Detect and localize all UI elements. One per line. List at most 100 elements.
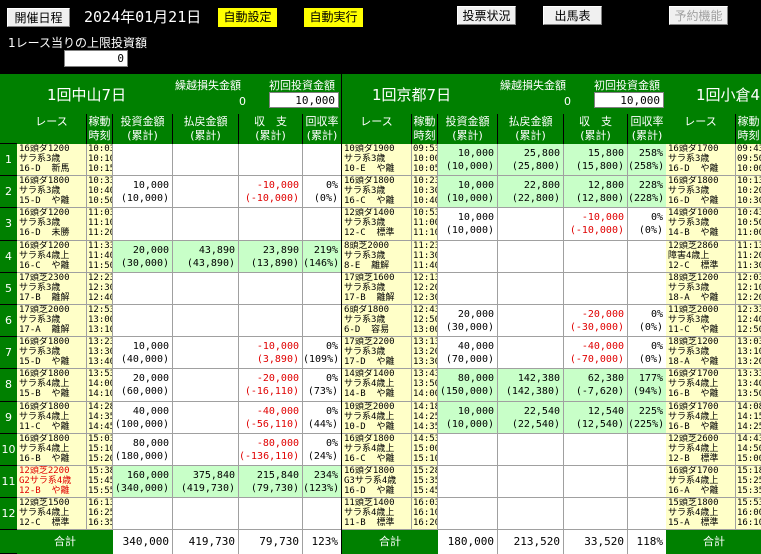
race-info-cell: 16頭ダ1800 G3サラ系4歳 16-D や離: [342, 466, 412, 499]
race-info-cell: 17頭芝2300 サラ系3歳 17-B 離解: [17, 272, 87, 305]
balance-cell: [239, 208, 303, 241]
limit-input[interactable]: 0: [64, 50, 128, 67]
rate-cell: 0% (24%): [303, 433, 342, 466]
race-time-cell: 11:13 11:20 11:30: [736, 240, 761, 273]
rate-cell: [628, 272, 667, 305]
payout-cell: [498, 498, 564, 531]
rate-cell: 0% (0%): [628, 337, 667, 370]
carry-loss-value: 0: [239, 95, 246, 108]
balance-cell: 12,800 (12,800): [564, 176, 628, 209]
race-time-cell: 10:03 10:10 10:15: [87, 144, 113, 177]
race-info-cell: 16頭ダ1700 サラ系4歳上 16-B や離: [666, 401, 736, 434]
race-info-cell: 16頭ダ1800 サラ系4歳上 15-B や離: [17, 369, 87, 402]
invest-cell: 10,000 (10,000): [438, 208, 498, 241]
balance-cell: [564, 240, 628, 273]
rate-cell: 0% (44%): [303, 401, 342, 434]
rate-cell: [628, 240, 667, 273]
row-number: 10: [0, 433, 17, 466]
balance-cell: 215,840 (79,730): [239, 466, 303, 499]
race-info-cell: 16頭ダ1200 サラ系4歳上 16-C や離: [17, 240, 87, 273]
payout-cell: [173, 401, 239, 434]
invest-cell: 10,000 (10,000): [438, 144, 498, 177]
race-info-cell: 16頭ダ1700 サラ系4歳上 16-B や離: [666, 369, 736, 402]
balance-cell: 12,540 (12,540): [564, 401, 628, 434]
race-info-cell: 16頭ダ1800 サラ系3歳 16-C や離: [342, 176, 412, 209]
total-rate: 118%: [628, 530, 667, 554]
race-time-cell: 13:53 14:00 14:10: [87, 369, 113, 402]
rate-cell: 0% (0%): [628, 305, 667, 338]
race-info-cell: 16頭ダ1800 サラ系3歳 16-D や離: [666, 176, 736, 209]
payout-cell: [173, 369, 239, 402]
payout-cell: 22,540 (22,540): [498, 401, 564, 434]
race-info-cell: 16頭ダ1800 サラ系4歳上 16-B や離: [17, 433, 87, 466]
invest-cell: [438, 466, 498, 499]
entries-button[interactable]: 出馬表: [543, 6, 602, 25]
race-info-cell: 8頭芝2000 サラ系3歳 8-E 離解: [342, 240, 412, 273]
auto-setting-button[interactable]: 自動設定: [218, 8, 277, 27]
row-number: 2: [0, 176, 17, 209]
invest-cell: 40,000 (100,000): [113, 401, 173, 434]
column-header-balance: 収 支 (累計): [239, 114, 303, 144]
race-time-cell: 13:13 13:20 13:30: [412, 337, 438, 370]
invest-cell: [113, 144, 173, 177]
first-invest-input[interactable]: 10,000: [594, 92, 664, 108]
carry-loss-value: 0: [564, 95, 571, 108]
reserve-button[interactable]: 予約機能: [669, 6, 728, 25]
payout-cell: [173, 144, 239, 177]
race-info-cell: 6頭ダ1800 サラ系3歳 6-D 容易: [342, 305, 412, 338]
race-info-cell: 16頭ダ1700 サラ系3歳 16-D や離: [666, 144, 736, 177]
invest-cell: 40,000 (70,000): [438, 337, 498, 370]
race-time-cell: 13:43 13:50 14:00: [412, 369, 438, 402]
schedule-button[interactable]: 開催日程: [7, 8, 70, 27]
invest-cell: 20,000 (60,000): [113, 369, 173, 402]
column-header-rate: 回収率 (累計): [628, 114, 667, 144]
race-info-cell: 17頭芝2200 サラ系3歳 17-D や離: [342, 337, 412, 370]
first-invest-input[interactable]: 10,000: [269, 92, 339, 108]
balance-cell: -10,000 (-10,000): [239, 176, 303, 209]
race-time-cell: 15:53 16:00 16:10: [736, 498, 761, 531]
vote-status-button[interactable]: 投票状況: [457, 6, 516, 25]
rate-cell: [303, 144, 342, 177]
invest-cell: [113, 272, 173, 305]
invest-cell: 20,000 (30,000): [438, 305, 498, 338]
payout-cell: 375,840 (419,730): [173, 466, 239, 499]
carry-loss-label: 繰越損失金額: [175, 79, 241, 92]
race-info-cell: 16頭ダ1800 サラ系4歳上 11-C や離: [17, 401, 87, 434]
invest-cell: 20,000 (30,000): [113, 240, 173, 273]
auto-run-button[interactable]: 自動実行: [304, 8, 363, 27]
race-time-cell: 13:03 13:10 13:20: [736, 337, 761, 370]
rate-cell: [628, 466, 667, 499]
race-time-cell: 15:28 15:35 15:45: [412, 466, 438, 499]
invest-cell: [113, 498, 173, 531]
total-rate: 123%: [303, 530, 342, 554]
payout-cell: 142,380 (142,380): [498, 369, 564, 402]
race-time-cell: 12:43 12:50 13:00: [412, 305, 438, 338]
row-number: 3: [0, 208, 17, 241]
race-info-cell: 16頭ダ1800 サラ系3歳 15-D や離: [17, 176, 87, 209]
race-info-cell: 18頭芝1200 サラ系3歳 18-A や離: [666, 272, 736, 305]
column-header-payout: 払戻金額 (累計): [498, 114, 564, 144]
first-invest-label: 初回投資金額: [594, 79, 660, 92]
race-time-cell: 13:33 13:40 13:50: [736, 369, 761, 402]
race-time-cell: 12:13 12:20 12:30: [412, 272, 438, 305]
balance-cell: -20,000 (-16,110): [239, 369, 303, 402]
venue-name: 1回中山7日: [47, 86, 127, 104]
race-info-cell: 17頭芝2000 サラ系3歳 17-A 離解: [17, 305, 87, 338]
race-time-cell: 09:43 09:50 10:00: [736, 144, 761, 177]
row-number: 4: [0, 240, 17, 273]
race-time-cell: 13:23 13:30 13:40: [87, 337, 113, 370]
balance-cell: [239, 498, 303, 531]
carry-loss-label: 繰越損失金額: [500, 79, 566, 92]
race-time-cell: 16:13 16:25 16:35: [87, 498, 113, 531]
balance-cell: [239, 272, 303, 305]
race-time-cell: 10:33 10:40 10:50: [87, 176, 113, 209]
total-label: 合計: [666, 530, 761, 554]
race-info-cell: 11頭芝2000 サラ系3歳 11-C や離: [666, 305, 736, 338]
invest-cell: [438, 240, 498, 273]
payout-cell: [173, 305, 239, 338]
toolbar: 開催日程 2024年01月21日 自動設定 自動実行 投票状況 出馬表 予約機能…: [0, 0, 761, 75]
payout-cell: 25,800 (25,800): [498, 144, 564, 177]
balance-cell: -10,000 (-10,000): [564, 208, 628, 241]
race-time-cell: 15:03 15:10 15:20: [87, 433, 113, 466]
total-invest: 180,000: [438, 530, 498, 554]
